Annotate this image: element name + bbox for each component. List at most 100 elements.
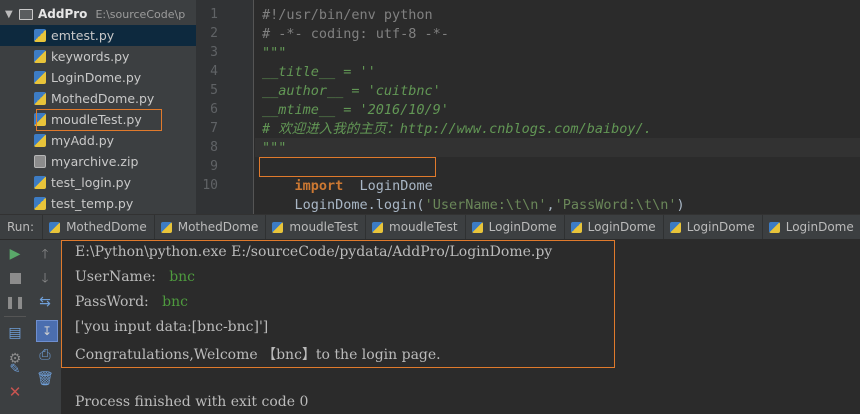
file-test-temp[interactable]: test_temp.py	[0, 193, 196, 214]
file-label: moudleTest.py	[51, 112, 142, 127]
code-line-2: # -*- coding: utf-8 -*-	[262, 26, 449, 42]
file-label: test_login.py	[51, 175, 132, 190]
run-toolbar: ▶ 🡑 🡓 ❚❚ ⇆ ▤ ↧ ⚙ ⎙ ✎ 🗑 ✕	[0, 240, 61, 414]
file-label: MothedDome.py	[51, 91, 155, 106]
python-run-icon	[49, 221, 61, 233]
python-run-icon	[372, 221, 384, 233]
run-tab-label: moudleTest	[289, 220, 359, 234]
python-run-icon	[570, 221, 582, 233]
zip-file-icon	[34, 155, 46, 168]
expand-arrow-icon[interactable]: ▼	[5, 9, 13, 20]
python-file-icon	[34, 176, 46, 189]
project-name: AddPro	[38, 7, 88, 21]
current-line-highlight	[255, 138, 860, 157]
scroll-to-end-icon[interactable]: ↧	[36, 320, 58, 342]
project-root[interactable]: ▼ AddPro E:\sourceCode\p	[0, 4, 196, 24]
soft-wrap-icon[interactable]: ⇆	[36, 293, 54, 311]
project-path: E:\sourceCode\p	[95, 7, 186, 21]
run-tab-bar: Run: MothedDome MothedDome moudleTest mo…	[0, 214, 860, 240]
console-congrats-line: Congratulations,Welcome 【bnc】to the logi…	[75, 347, 441, 363]
line-number: 4	[210, 64, 218, 79]
run-tab-label: moudleTest	[389, 220, 458, 234]
file-myadd[interactable]: myAdd.py	[0, 130, 196, 151]
line-number: 1	[210, 7, 218, 22]
close-paren: )	[676, 197, 685, 213]
up-arrow-icon[interactable]: 🡑	[36, 245, 54, 263]
username-prompt: UserName:	[75, 269, 156, 285]
run-console[interactable]: E:\Python\python.exe E:/sourceCode/pydat…	[61, 240, 860, 414]
python-file-icon	[34, 92, 46, 105]
pin-icon[interactable]: ✎	[6, 360, 24, 378]
code-line-3: """	[262, 45, 287, 61]
file-test-login[interactable]: test_login.py	[0, 172, 196, 193]
run-tab[interactable]: moudleTest	[365, 215, 465, 239]
file-logindome[interactable]: LoginDome.py	[0, 67, 196, 88]
python-file-icon	[34, 134, 46, 147]
run-tab-label: LoginDome	[488, 220, 557, 234]
restore-layout-icon[interactable]: ▤	[6, 324, 24, 342]
code-line-4: __title__ = ''	[262, 64, 376, 80]
file-label: test_temp.py	[51, 196, 134, 211]
line-number-gutter: 1 2 3 4 5 6 7 8 9 10	[196, 0, 254, 214]
file-motheddome[interactable]: MothedDome.py	[0, 88, 196, 109]
python-run-icon	[768, 221, 780, 233]
run-icon[interactable]: ▶	[6, 245, 24, 263]
arg-comma: ,	[546, 197, 555, 213]
line-number: 8	[210, 140, 218, 155]
line-number: 10	[202, 178, 218, 193]
code-line-5: __author__ = 'cuitbnc'	[262, 83, 441, 99]
file-label: myAdd.py	[51, 133, 115, 148]
code-editor[interactable]: #!/usr/bin/env python # -*- coding: utf-…	[255, 0, 860, 214]
run-tab[interactable]: moudleTest	[265, 215, 365, 239]
file-label: myarchive.zip	[51, 154, 139, 169]
close-icon[interactable]: ✕	[6, 383, 24, 401]
python-run-icon	[471, 221, 483, 233]
run-tab[interactable]: LoginDome	[662, 215, 762, 239]
username-input: bnc	[169, 269, 196, 285]
line-number: 6	[210, 102, 218, 117]
call-expression: LoginDome.login(	[294, 197, 425, 213]
python-file-icon	[34, 71, 46, 84]
folder-icon	[19, 8, 33, 20]
code-line-1: #!/usr/bin/env python	[262, 7, 433, 23]
run-tab[interactable]: MothedDome	[153, 215, 266, 239]
run-tab-label: LoginDome	[587, 220, 656, 234]
console-data-line: ['you input data:[bnc-bnc]']	[75, 319, 269, 335]
file-label: keywords.py	[51, 49, 130, 64]
console-command: E:\Python\python.exe E:/sourceCode/pydat…	[75, 244, 553, 260]
console-username-line: UserName: bnc	[75, 269, 195, 285]
run-tab[interactable]: LoginDome	[761, 215, 860, 239]
python-run-icon	[669, 221, 681, 233]
console-password-line: PassWord: bnc	[75, 294, 188, 310]
file-keywords[interactable]: keywords.py	[0, 46, 196, 67]
print-icon[interactable]: ⎙	[36, 346, 54, 364]
toolbar-divider	[4, 316, 26, 317]
line-number: 9	[210, 159, 218, 174]
code-line-6: __mtime__ = '2016/10/9'	[262, 102, 449, 118]
project-tree: ▼ AddPro E:\sourceCode\p emtest.py keywo…	[0, 0, 196, 214]
run-label: Run:	[7, 220, 35, 234]
run-tab[interactable]: LoginDome	[563, 215, 663, 239]
run-tab[interactable]: LoginDome	[464, 215, 564, 239]
run-tab[interactable]: MothedDome	[42, 215, 154, 239]
python-file-icon	[34, 113, 46, 126]
file-emtest[interactable]: emtest.py	[0, 25, 196, 46]
pause-icon[interactable]: ❚❚	[5, 293, 25, 311]
python-file-icon	[34, 50, 46, 63]
string-arg-2: 'PassWord:\t\n'	[554, 197, 677, 213]
line-number: 3	[210, 45, 218, 60]
trash-icon[interactable]: 🗑	[36, 370, 54, 388]
run-tab-label: LoginDome	[785, 220, 854, 234]
stop-icon[interactable]	[6, 269, 24, 287]
down-arrow-icon[interactable]: 🡓	[36, 269, 54, 287]
file-myarchive[interactable]: myarchive.zip	[0, 151, 196, 172]
run-tab-label: LoginDome	[686, 220, 755, 234]
file-moudletest[interactable]: moudleTest.py	[0, 109, 196, 130]
python-file-icon	[34, 197, 46, 210]
file-label: emtest.py	[51, 28, 115, 43]
python-file-icon	[34, 29, 46, 42]
line-number: 7	[210, 121, 218, 136]
run-tab-label: MothedDome	[177, 220, 259, 234]
python-run-icon	[160, 221, 172, 233]
password-prompt: PassWord:	[75, 294, 149, 310]
